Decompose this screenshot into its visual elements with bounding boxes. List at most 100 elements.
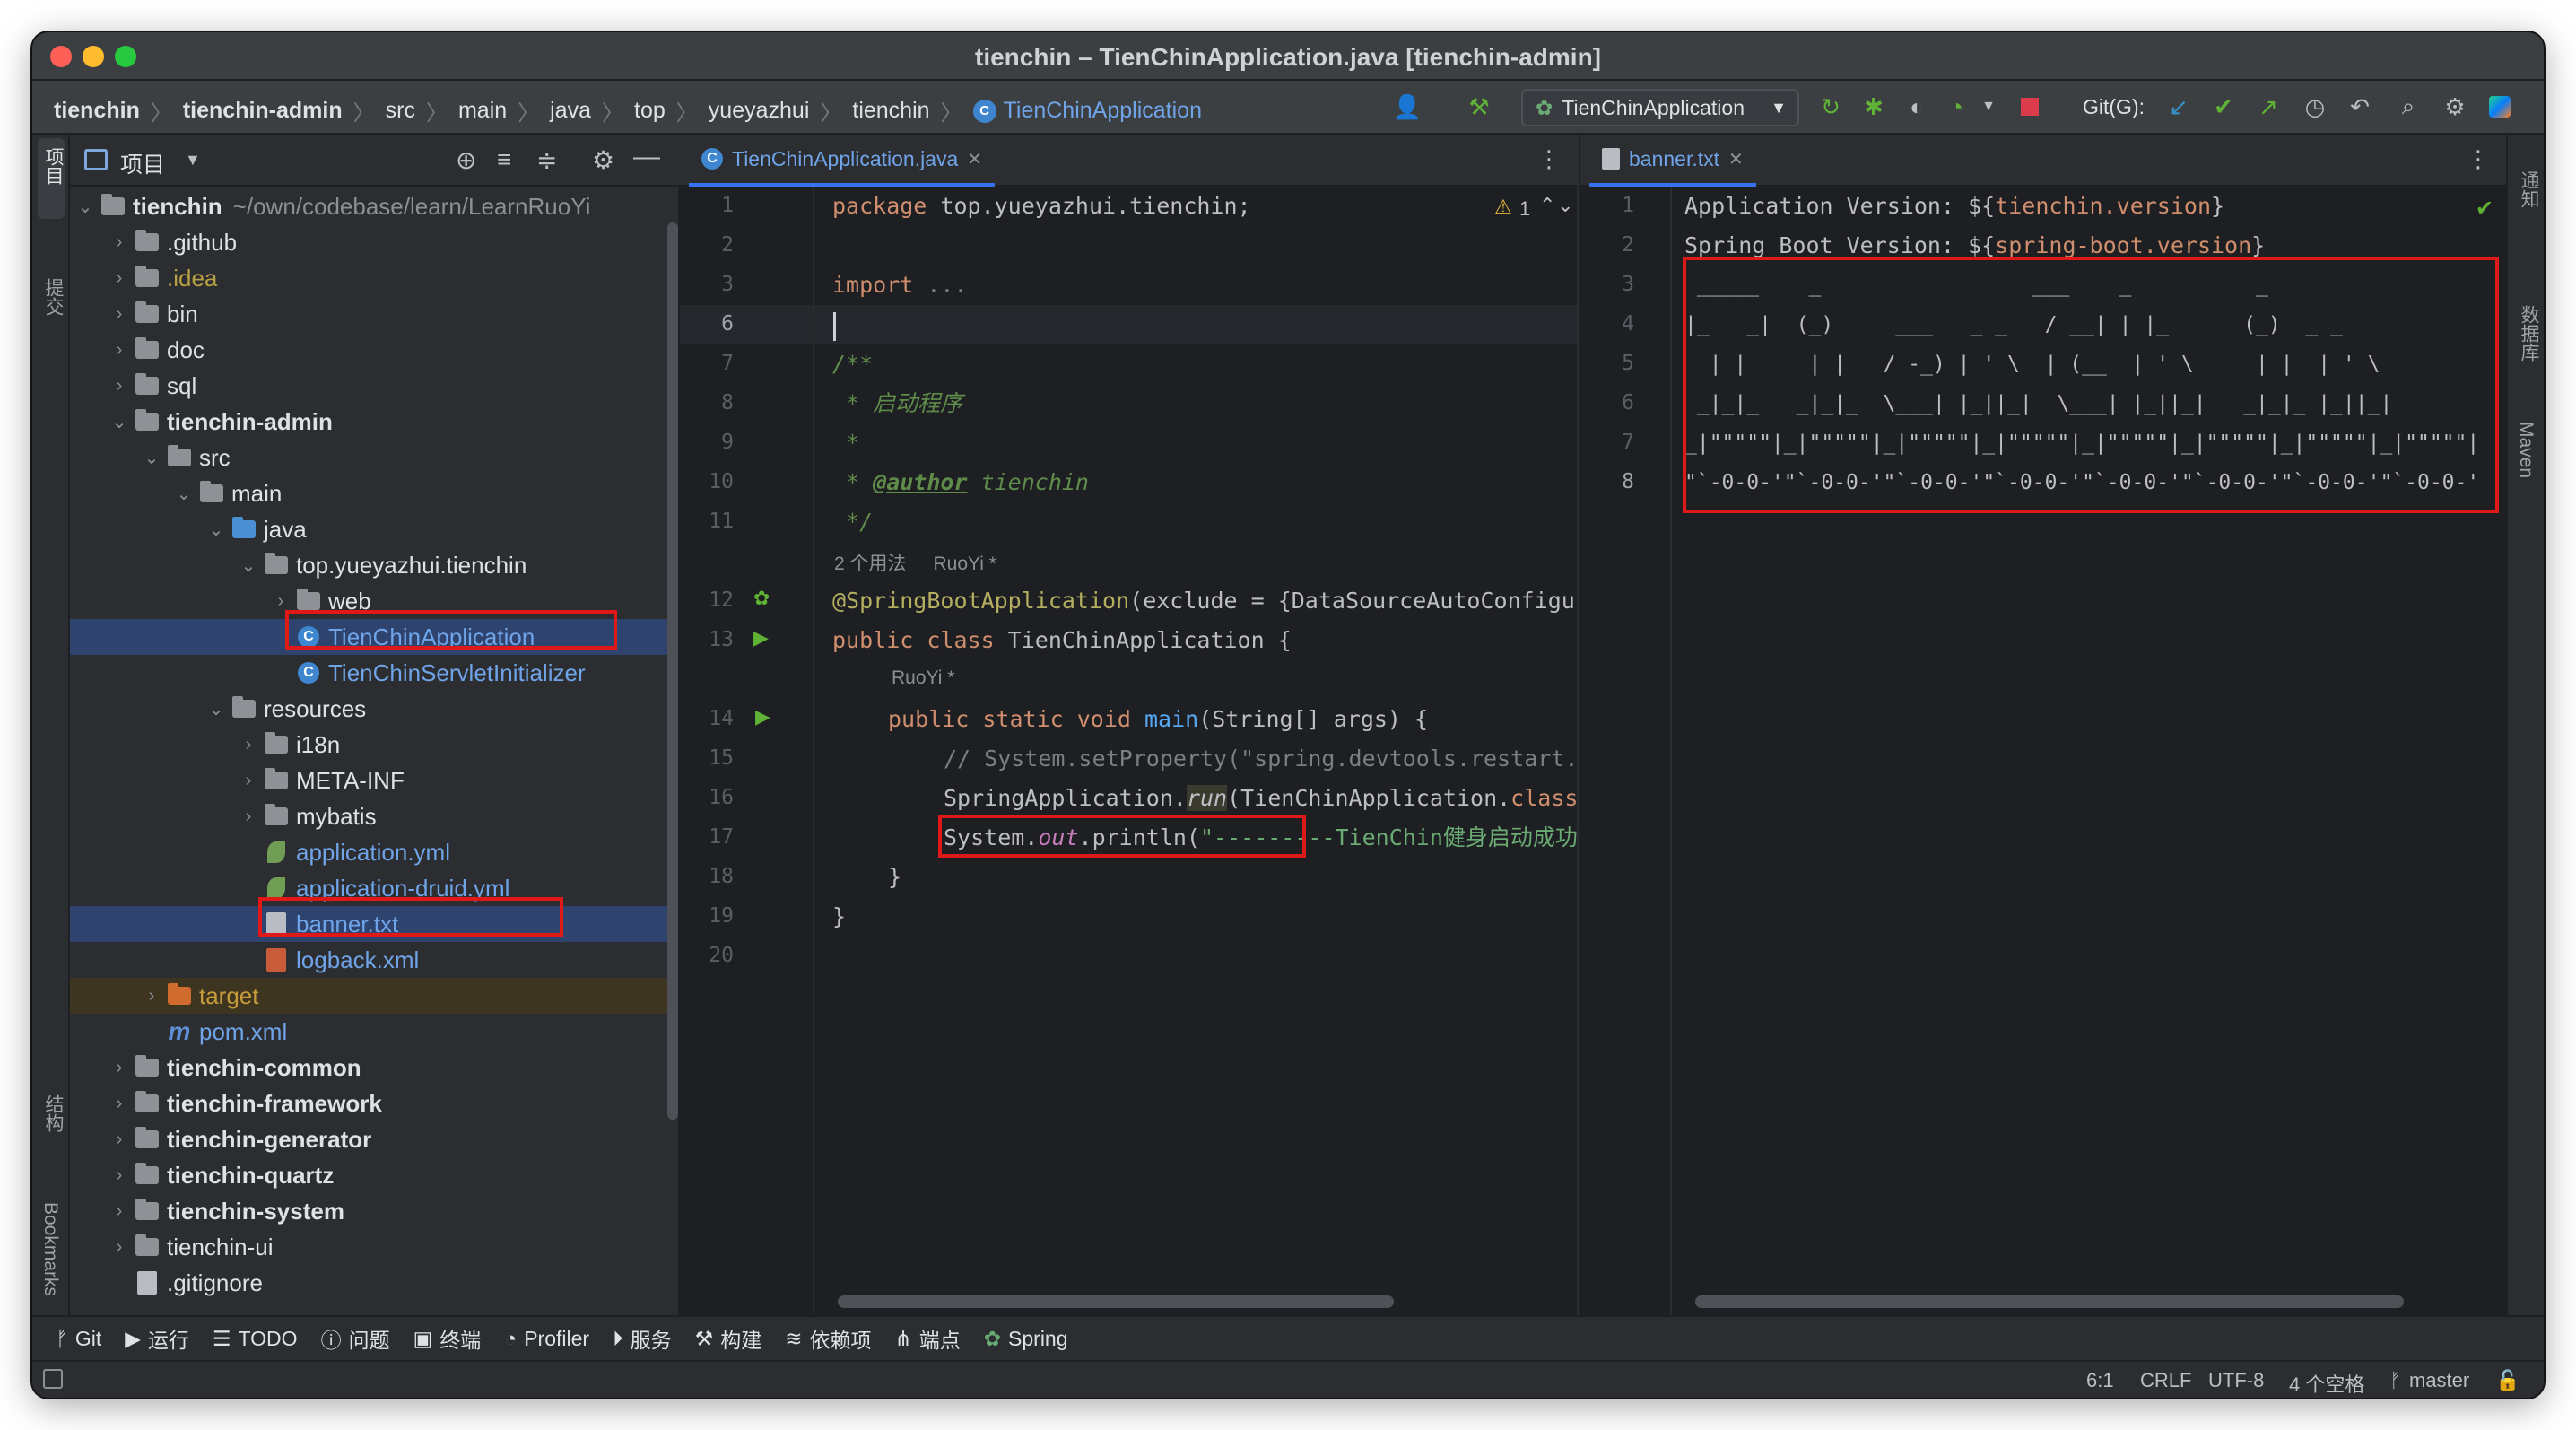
project-tool-label[interactable]: 项目 xyxy=(39,147,66,185)
profiler-run-icon[interactable]: ◔ xyxy=(1943,93,1970,120)
chevron-down-icon[interactable]: ⌄ xyxy=(1557,194,1573,217)
tree-item-tienchin-generator[interactable]: › tienchin-generator xyxy=(70,1121,667,1157)
tree-item-target[interactable]: › target xyxy=(70,978,667,1014)
breadcrumb-item[interactable]: tienchin-admin xyxy=(183,98,343,124)
git-commit-icon[interactable]: ✔ xyxy=(2210,93,2237,120)
chevron-down-icon[interactable]: ▼ xyxy=(185,151,201,170)
structure-tool-label[interactable]: 结构 xyxy=(39,1094,66,1132)
tree-item-servlet-initializer[interactable]: C TienChinServletInitializer xyxy=(70,655,667,691)
bookmarks-tool-label[interactable]: Bookmarks xyxy=(39,1202,61,1296)
gear-icon[interactable]: ⚙ xyxy=(592,145,614,175)
tree-item-tienchin-ui[interactable]: › tienchin-ui xyxy=(70,1229,667,1265)
maven-tool-label[interactable]: Maven xyxy=(2515,422,2537,478)
stop-icon[interactable] xyxy=(2016,93,2043,120)
tree-item-application-yml[interactable]: application.yml xyxy=(70,834,667,870)
panel-toggle-icon[interactable] xyxy=(43,1369,63,1389)
git-branch[interactable]: master xyxy=(2409,1369,2469,1392)
breadcrumb-item[interactable]: top xyxy=(634,98,666,124)
tool-spring[interactable]: ✿ Spring xyxy=(984,1327,1068,1351)
close-icon[interactable]: ✕ xyxy=(967,148,982,170)
tree-item-application-druid-yml[interactable]: application-druid.yml xyxy=(70,870,667,906)
tree-item-gitignore[interactable]: .gitignore xyxy=(70,1265,667,1301)
tool-build[interactable]: ⚒ 构建 xyxy=(695,1323,762,1354)
locate-icon[interactable]: ⊕ xyxy=(456,145,476,175)
jetbrains-logo-icon[interactable] xyxy=(2486,93,2513,120)
breadcrumb-item[interactable]: yueyazhui xyxy=(709,98,810,124)
profile-icon[interactable]: 👤 xyxy=(1393,93,1422,120)
debug-icon[interactable]: ✱ xyxy=(1860,93,1887,120)
run-gutter-icon[interactable]: ✿ xyxy=(753,587,770,610)
java-code-editor[interactable]: 1 2 3 6 7 8 9 10 11 12 13 14 15 16 17 18… xyxy=(680,187,1577,1315)
tree-item-tienchin-admin[interactable]: ⌄ tienchin-admin xyxy=(70,404,667,440)
chevron-up-icon[interactable]: ⌃ xyxy=(1539,194,1555,217)
tree-item-github[interactable]: › .github xyxy=(70,224,667,260)
commit-tool-label[interactable]: 提交 xyxy=(39,278,66,316)
file-encoding[interactable]: UTF-8 xyxy=(2208,1369,2264,1392)
coverage-icon[interactable]: ◐ xyxy=(1903,93,1930,120)
tool-services[interactable]: ⏵ 服务 xyxy=(613,1323,672,1354)
rerun-icon[interactable]: ↻ xyxy=(1817,93,1844,120)
breadcrumb-item[interactable]: tienchin xyxy=(54,98,140,124)
author-inlay[interactable]: RuoYi * xyxy=(892,667,954,689)
tree-item-tienchin-common[interactable]: › tienchin-common xyxy=(70,1050,667,1086)
tab-banner-txt[interactable]: banner.txt ✕ xyxy=(1589,135,1756,187)
tree-item-idea[interactable]: › .idea xyxy=(70,260,667,296)
tree-item-web[interactable]: › web xyxy=(70,583,667,619)
tree-item-sql[interactable]: › sql xyxy=(70,368,667,404)
breadcrumb-item[interactable]: src xyxy=(386,98,415,124)
search-icon[interactable]: ⌕ xyxy=(2395,92,2422,120)
tree-item-banner-txt[interactable]: banner.txt xyxy=(70,906,667,942)
collapse-all-icon[interactable]: ≑ xyxy=(536,145,557,175)
usages-inlay[interactable]: 2 个用法 RuoYi * xyxy=(834,549,996,576)
tree-item-bin[interactable]: › bin xyxy=(70,296,667,332)
more-run-chevron-icon[interactable]: ▼ xyxy=(1975,93,2002,120)
run-configuration-select[interactable]: ✿ TienChinApplication ▼ xyxy=(1521,89,1799,126)
tool-run[interactable]: ▶ 运行 xyxy=(125,1323,189,1354)
breadcrumb-item[interactable]: main xyxy=(458,98,507,124)
tool-terminal[interactable]: ▣ 终端 xyxy=(413,1323,482,1354)
tree-item-i18n[interactable]: › i18n xyxy=(70,727,667,763)
tree-item-package[interactable]: ⌄ top.yueyazhui.tienchin xyxy=(70,547,667,583)
tool-git[interactable]: ᚠ Git xyxy=(56,1327,101,1351)
tree-item-root[interactable]: ⌄ tienchin ~/own/codebase/learn/LearnRuoYi xyxy=(70,188,667,224)
editor-horizontal-scrollbar[interactable] xyxy=(838,1295,1394,1308)
tree-item-tienchin-system[interactable]: › tienchin-system xyxy=(70,1193,667,1229)
tree-item-meta-inf[interactable]: › META-INF xyxy=(70,763,667,798)
tool-dependencies[interactable]: ≋ 依赖项 xyxy=(785,1323,871,1354)
breadcrumb-item[interactable]: TienChinApplication xyxy=(1004,98,1202,124)
tree-item-pom-xml[interactable]: m pom.xml xyxy=(70,1014,667,1050)
tree-item-tienchin-quartz[interactable]: › tienchin-quartz xyxy=(70,1157,667,1193)
breadcrumb-item[interactable]: tienchin xyxy=(852,98,929,124)
line-separator[interactable]: CRLF xyxy=(2140,1369,2191,1392)
expand-all-icon[interactable]: ≡ xyxy=(497,145,511,174)
tool-todo[interactable]: ☰ TODO xyxy=(213,1327,298,1351)
tree-item-logback-xml[interactable]: logback.xml xyxy=(70,942,667,978)
tree-item-tienchin-application[interactable]: C TienChinApplication xyxy=(70,619,667,655)
close-icon[interactable]: ✕ xyxy=(1728,148,1744,170)
tree-item-src[interactable]: ⌄ src xyxy=(70,440,667,475)
editor-horizontal-scrollbar[interactable] xyxy=(1695,1295,2404,1308)
banner-text-editor[interactable]: 1 2 3 4 5 6 7 8 ✔ Application Version: $… xyxy=(1579,187,2506,1315)
hide-panel-icon[interactable]: — xyxy=(633,142,660,172)
run-gutter-icon[interactable]: ▶ xyxy=(755,705,770,728)
git-push-icon[interactable]: ↗ xyxy=(2255,93,2282,120)
breadcrumb-item[interactable]: java xyxy=(550,98,591,124)
indent-setting[interactable]: 4 个空格 xyxy=(2289,1369,2364,1398)
warning-icon[interactable]: ⚠ xyxy=(1494,196,1512,219)
gear-icon[interactable]: ⚙ xyxy=(2441,93,2468,120)
project-panel-title[interactable]: 项目 xyxy=(120,147,165,179)
tree-item-java[interactable]: ⌄ java xyxy=(70,511,667,547)
tree-item-main[interactable]: ⌄ main xyxy=(70,475,667,511)
tool-problems[interactable]: ⓘ 问题 xyxy=(321,1323,390,1354)
more-tabs-icon[interactable]: ⋮ xyxy=(1537,145,1561,173)
tree-scrollbar[interactable] xyxy=(667,222,678,1120)
rollback-icon[interactable]: ↶ xyxy=(2346,93,2373,120)
caret-position[interactable]: 6:1 xyxy=(2086,1369,2114,1392)
tree-item-mybatis[interactable]: › mybatis xyxy=(70,798,667,834)
tree-item-doc[interactable]: › doc xyxy=(70,332,667,368)
build-hammer-icon[interactable]: ⚒ xyxy=(1466,93,1493,120)
tool-profiler[interactable]: ◔ Profiler xyxy=(504,1327,589,1351)
database-tool-label[interactable]: 数据库 xyxy=(2515,305,2542,362)
history-icon[interactable]: ◷ xyxy=(2302,93,2328,120)
run-gutter-icon[interactable]: ▶ xyxy=(753,626,769,650)
